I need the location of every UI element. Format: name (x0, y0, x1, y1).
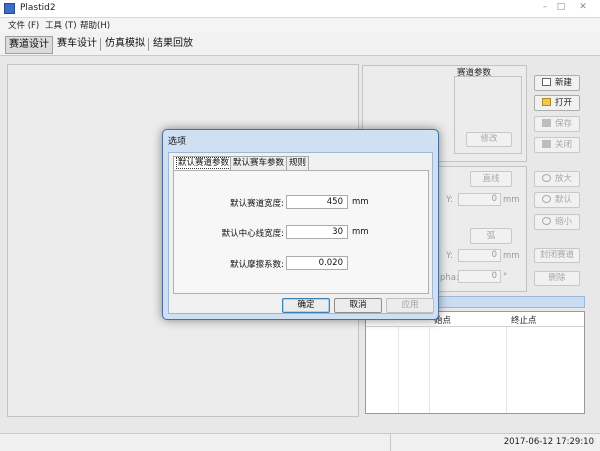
y2-unit: mm (503, 251, 520, 261)
ok-button[interactable]: 确定 (282, 298, 330, 313)
options-dialog: 选项 默认赛道参数 默认赛车参数 规则 默认赛道宽度: 450 mm 默认中心线… (162, 129, 439, 320)
track-width-label: 默认赛道宽度: (230, 199, 284, 209)
y1-unit: mm (503, 195, 520, 205)
table-column-line (506, 327, 507, 413)
arc-button[interactable]: 弧 (470, 228, 512, 244)
apply-button[interactable]: 应用 (386, 298, 434, 313)
open-folder-icon (541, 98, 551, 106)
close-button[interactable]: 关闭 (534, 137, 580, 153)
close-window-button[interactable]: ✕ (572, 1, 594, 13)
close-folder-icon (541, 140, 551, 148)
friction-input[interactable]: 0.020 (286, 256, 348, 270)
y1-field[interactable]: 0 (458, 193, 501, 206)
open-button[interactable]: 打开 (534, 95, 580, 111)
main-tab-bar: 赛道设计 赛车设计 仿真模拟 结果回放 (0, 32, 600, 56)
dtab-rules[interactable]: 规则 (286, 156, 310, 170)
dialog-body: 默认赛道参数 默认赛车参数 规则 默认赛道宽度: 450 mm 默认中心线宽度:… (168, 152, 434, 314)
status-clock: 2017-06-12 17:29:10 (503, 437, 594, 447)
centerline-width-unit: mm (352, 227, 369, 237)
magnifier-icon (541, 217, 551, 225)
segment-table[interactable]: 始点 终止点 (365, 311, 585, 414)
menu-tools[interactable]: 工具 (T) (45, 19, 77, 31)
cancel-button[interactable]: 取消 (334, 298, 382, 313)
save-button[interactable]: 保存 (534, 116, 580, 132)
new-file-icon (541, 78, 551, 86)
centerline-width-label: 默认中心线宽度: (221, 229, 284, 239)
y2-field[interactable]: 0 (458, 249, 501, 262)
magnifier-icon (541, 174, 551, 182)
tab-separator (148, 38, 149, 51)
dtab-default-track[interactable]: 默认赛道参数 (173, 156, 235, 171)
y1-label: Y: (446, 195, 453, 205)
table-column-line (429, 327, 430, 413)
tab-track-design[interactable]: 赛道设计 (5, 36, 53, 54)
modify-button[interactable]: 修改 (466, 132, 512, 147)
new-button[interactable]: 新建 (534, 75, 580, 91)
alpha-unit: ° (503, 272, 508, 282)
window-title: Plastid2 (20, 3, 56, 13)
save-disk-icon (541, 119, 551, 127)
tab-simulation[interactable]: 仿真模拟 (102, 36, 148, 54)
close-track-button[interactable]: 封闭赛道 (534, 248, 580, 263)
dialog-tab-page: 默认赛道宽度: 450 mm 默认中心线宽度: 30 mm 默认摩擦系数: 0.… (173, 170, 429, 294)
table-column-line (398, 327, 399, 413)
zoom-out-button[interactable]: 缩小 (534, 214, 580, 230)
dtab-default-car[interactable]: 默认赛车参数 (230, 156, 288, 170)
alpha-field[interactable]: 0 (458, 270, 501, 283)
status-bar: 2017-06-12 17:29:10 (0, 433, 600, 451)
default-zoom-button[interactable]: 默认 (534, 192, 580, 208)
alpha-label: pha: (440, 273, 459, 283)
magnifier-icon (541, 195, 551, 203)
centerline-width-input[interactable]: 30 (286, 225, 348, 239)
minimize-button[interactable]: – (538, 1, 552, 13)
zoom-in-button[interactable]: 放大 (534, 171, 580, 187)
app-icon (4, 3, 15, 14)
track-width-input[interactable]: 450 (286, 195, 348, 209)
title-bar: Plastid2 – □ ✕ (0, 0, 600, 18)
menu-bar: 文件 (F) 工具 (T) 帮助(H) (0, 18, 600, 32)
menu-help[interactable]: 帮助(H) (80, 19, 110, 31)
col-header-end[interactable]: 终止点 (511, 314, 537, 326)
menu-file[interactable]: 文件 (F) (8, 19, 39, 31)
status-separator (390, 434, 391, 451)
line-button[interactable]: 直线 (470, 171, 512, 187)
tab-car-design[interactable]: 赛车设计 (54, 36, 100, 54)
delete-button[interactable]: 删除 (534, 271, 580, 286)
dialog-title: 选项 (168, 137, 187, 147)
track-width-unit: mm (352, 197, 369, 207)
maximize-button[interactable]: □ (554, 1, 568, 13)
tab-replay[interactable]: 结果回放 (150, 36, 196, 54)
friction-label: 默认摩擦系数: (230, 260, 284, 270)
tab-separator (100, 38, 101, 51)
y2-label: Y: (446, 251, 453, 261)
